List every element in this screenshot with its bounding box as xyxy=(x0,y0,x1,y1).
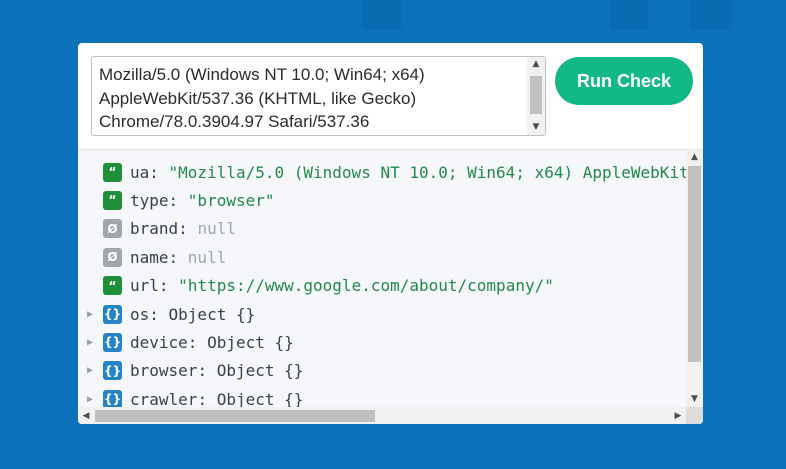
scroll-up-icon[interactable]: ▲ xyxy=(527,57,545,72)
textarea-scrollbar[interactable]: ▲ ▼ xyxy=(527,57,545,135)
result-value: Object {} xyxy=(207,332,294,352)
scrollbar-corner xyxy=(686,407,703,424)
key-separator: : xyxy=(178,219,198,239)
scroll-down-icon[interactable]: ▼ xyxy=(527,120,545,135)
expand-caret-icon[interactable]: ▶ xyxy=(78,365,102,376)
result-key: ua xyxy=(130,162,150,182)
background-tile xyxy=(363,0,403,30)
expand-caret-icon[interactable]: ▶ xyxy=(78,394,102,405)
quote-icon: “ xyxy=(103,190,122,210)
result-horizontal-scrollbar[interactable]: ◀ ▶ xyxy=(78,407,686,424)
key-separator: : xyxy=(187,332,208,352)
scroll-right-icon[interactable]: ▶ xyxy=(670,407,686,424)
result-row-ua: “ ua: "Mozilla/5.0 (Windows NT 10.0; Win6… xyxy=(78,158,703,186)
result-value: "Mozilla/5.0 (Windows NT 10.0; Win64; x6… xyxy=(168,162,703,182)
expand-caret-icon[interactable]: ▶ xyxy=(78,337,102,348)
scroll-left-icon[interactable]: ◀ xyxy=(78,407,94,424)
quote-icon: “ xyxy=(103,162,122,182)
result-key: type xyxy=(130,190,169,210)
scroll-down-icon[interactable]: ▼ xyxy=(686,392,703,407)
result-key: device xyxy=(130,332,188,352)
run-check-button[interactable]: Run Check xyxy=(555,57,693,105)
result-row-type: “ type: "browser" xyxy=(78,186,275,214)
object-icon: {} xyxy=(103,361,122,381)
result-key: os xyxy=(130,304,150,324)
result-row-url: “ url: "https://www.google.com/about/comp… xyxy=(78,272,554,300)
result-row-device[interactable]: ▶{} device: Object {} xyxy=(78,328,294,356)
result-value: "browser" xyxy=(187,190,275,210)
key-separator: : xyxy=(149,304,169,324)
object-icon: {} xyxy=(103,332,122,352)
result-key: browser xyxy=(130,361,198,381)
result-tree: “ ua: "Mozilla/5.0 (Windows NT 10.0; Win6… xyxy=(78,149,703,424)
result-key: name xyxy=(130,247,169,267)
result-key: url xyxy=(130,276,159,296)
user-agent-textarea[interactable]: Mozilla/5.0 (Windows NT 10.0; Win64; x64… xyxy=(91,56,546,136)
key-separator: : xyxy=(158,276,179,296)
null-icon: Ø xyxy=(103,219,122,239)
background-tile xyxy=(690,0,732,30)
result-key: brand xyxy=(130,219,179,239)
key-separator: : xyxy=(168,247,188,267)
background-tile xyxy=(610,0,648,30)
result-row-name: Øname: null xyxy=(78,243,226,271)
result-row-brand: Øbrand: null xyxy=(78,215,236,243)
key-separator: : xyxy=(149,162,169,182)
result-value: null xyxy=(187,247,227,267)
user-agent-text[interactable]: Mozilla/5.0 (Windows NT 10.0; Win64; x64… xyxy=(99,63,523,134)
scrollbar-thumb[interactable] xyxy=(530,76,542,114)
quote-icon: “ xyxy=(103,276,122,296)
result-row-os[interactable]: ▶{} os: Object {} xyxy=(78,300,255,328)
scroll-up-icon[interactable]: ▲ xyxy=(686,150,703,165)
result-value: Object {} xyxy=(216,361,304,381)
result-value: null xyxy=(197,219,236,239)
scrollbar-thumb[interactable] xyxy=(688,166,701,362)
scrollbar-thumb[interactable] xyxy=(95,410,375,422)
ua-checker-panel: Mozilla/5.0 (Windows NT 10.0; Win64; x64… xyxy=(78,43,703,424)
result-value: Object {} xyxy=(216,389,304,409)
null-icon: Ø xyxy=(103,247,122,267)
result-key: crawler xyxy=(130,389,198,409)
key-separator: : xyxy=(168,190,188,210)
key-separator: : xyxy=(197,389,217,409)
expand-caret-icon[interactable]: ▶ xyxy=(78,309,102,320)
result-value: Object {} xyxy=(168,304,256,324)
object-icon: {} xyxy=(103,389,122,409)
object-icon: {} xyxy=(103,304,122,324)
result-row-browser[interactable]: ▶{} browser: Object {} xyxy=(78,357,303,385)
result-vertical-scrollbar[interactable]: ▲ ▼ xyxy=(686,150,703,407)
result-value: "https://www.google.com/about/company/" xyxy=(178,276,554,296)
key-separator: : xyxy=(197,361,217,381)
